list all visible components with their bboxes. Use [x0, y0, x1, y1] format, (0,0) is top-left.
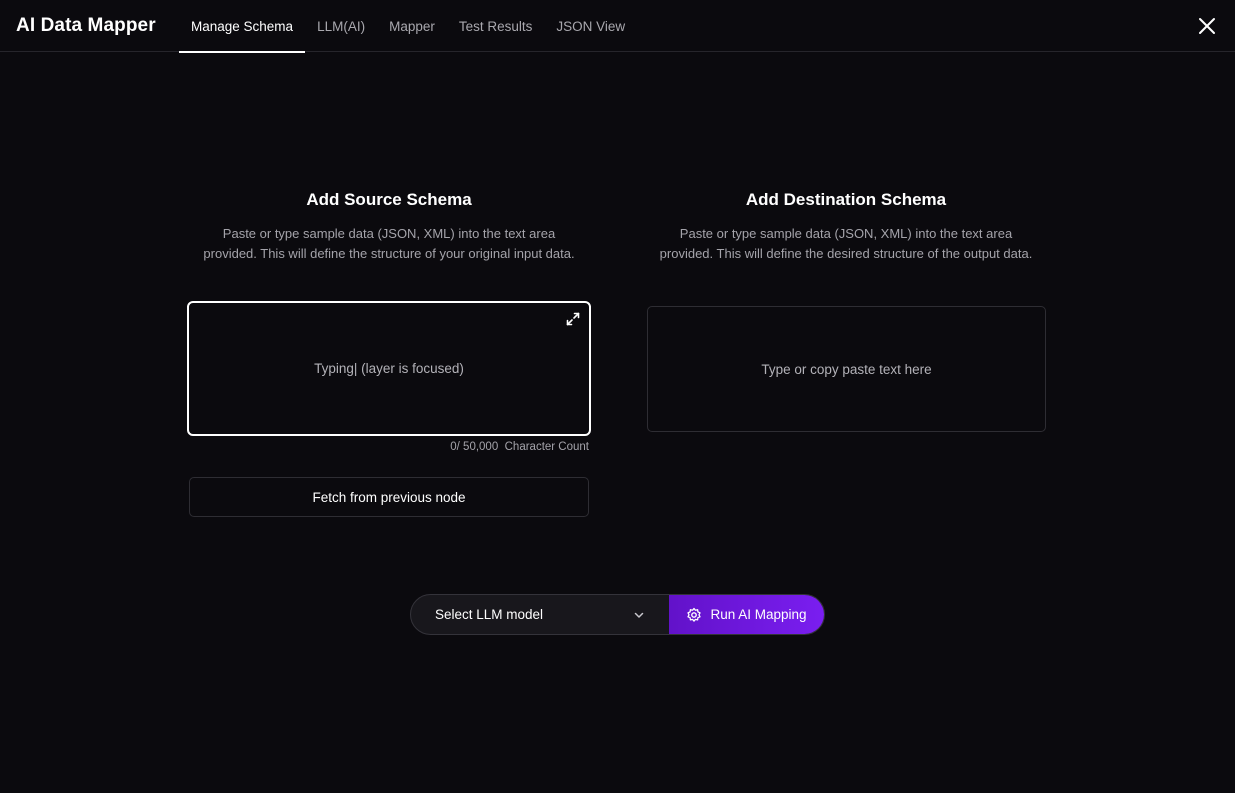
destination-schema-description: Paste or type sample data (JSON, XML) in…: [659, 226, 1033, 261]
tab-bar: Manage Schema LLM(AI) Mapper Test Result…: [179, 0, 637, 53]
destination-schema-title: Add Destination Schema: [745, 190, 947, 209]
llm-model-select[interactable]: Select LLM model: [411, 595, 669, 634]
destination-textarea-placeholder: Type or copy paste text here: [761, 361, 932, 377]
llm-model-select-label: Select LLM model: [435, 607, 544, 622]
character-count-value: 0/ 50,000: [450, 441, 499, 453]
character-count-label: Character Count: [504, 441, 589, 453]
tab-test-results[interactable]: Test Results: [447, 0, 545, 52]
source-textarea-text: Typing| (layer is focused): [314, 361, 464, 376]
destination-schema-textarea[interactable]: Type or copy paste text here: [647, 306, 1046, 432]
ai-data-mapper-app: AI Data Mapper Manage Schema LLM(AI) Map…: [0, 0, 1235, 793]
chevron-down-icon: [633, 609, 645, 621]
tab-mapper[interactable]: Mapper: [377, 0, 447, 52]
fetch-from-previous-node-button[interactable]: Fetch from previous node: [189, 477, 589, 517]
source-schema-textarea[interactable]: Typing| (layer is focused): [187, 301, 591, 436]
source-schema-description: Paste or type sample data (JSON, XML) in…: [203, 226, 575, 261]
app-title: AI Data Mapper: [16, 15, 156, 36]
source-schema-title: Add Source Schema: [306, 190, 472, 209]
run-ai-mapping-button[interactable]: Run AI Mapping: [669, 595, 824, 634]
destination-schema-section: Add Destination Schema Paste or type sam…: [646, 188, 1046, 264]
run-ai-mapping-label: Run AI Mapping: [710, 607, 807, 622]
mapping-action-bar: Select LLM model Run AI Mapping: [410, 594, 825, 635]
tab-manage-schema[interactable]: Manage Schema: [179, 0, 306, 53]
source-schema-section: Add Source Schema Paste or type sample d…: [189, 188, 589, 264]
header: AI Data Mapper Manage Schema LLM(AI) Map…: [0, 0, 1235, 53]
close-icon[interactable]: [1197, 16, 1217, 36]
tab-json-view[interactable]: JSON View: [544, 0, 637, 52]
ai-sparkle-icon: [686, 607, 702, 623]
character-count: 0/ 50,000 Character Count: [189, 441, 589, 453]
expand-icon[interactable]: [565, 311, 581, 327]
tab-llm-ai[interactable]: LLM(AI): [305, 0, 377, 52]
